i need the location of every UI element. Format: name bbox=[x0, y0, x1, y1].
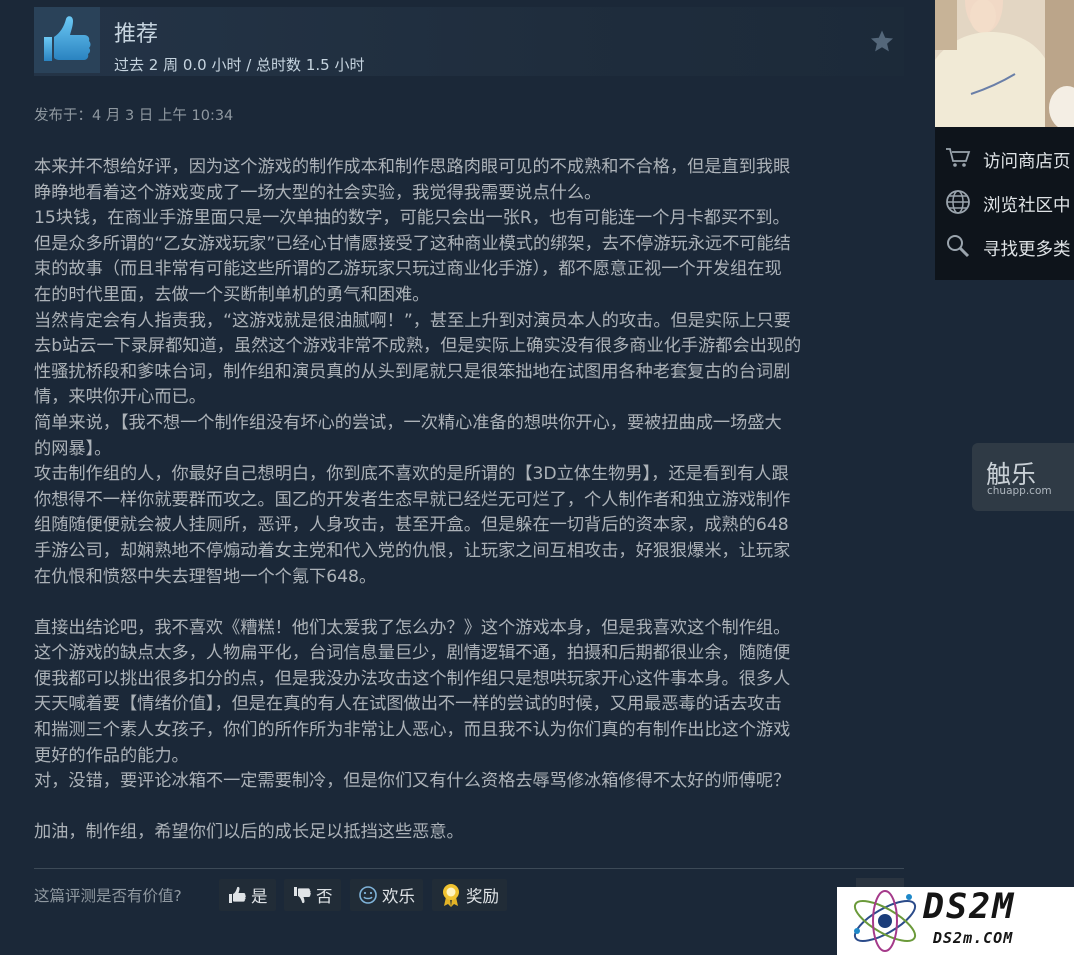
thumbs-up-icon bbox=[34, 7, 100, 73]
sidebar-item-label: 浏览社区中 bbox=[983, 195, 1071, 216]
smile-icon bbox=[358, 885, 378, 905]
award-button[interactable]: 奖励 bbox=[432, 879, 507, 911]
sidebar-item-store[interactable]: 访问商店页 bbox=[945, 145, 1071, 175]
sidebar-item-label: 寻找更多类 bbox=[983, 239, 1071, 260]
vote-no-label: 否 bbox=[316, 887, 333, 906]
vote-funny-button[interactable]: 欢乐 bbox=[350, 879, 423, 911]
vote-funny-label: 欢乐 bbox=[382, 887, 415, 906]
star-icon[interactable] bbox=[870, 29, 894, 57]
thumbs-up-icon bbox=[227, 885, 247, 905]
helpful-question: 这篇评测是否有价值? bbox=[34, 887, 182, 905]
chuapp-watermark: 触乐 chuapp.com bbox=[972, 443, 1074, 511]
award-icon bbox=[440, 883, 462, 907]
recommendation-title: 推荐 bbox=[114, 22, 159, 47]
cart-icon bbox=[945, 147, 971, 174]
playtime-hours: 过去 2 周 0.0 小时 / 总时数 1.5 小时 bbox=[114, 56, 365, 74]
search-icon bbox=[945, 233, 971, 264]
sidebar-item-find-more[interactable]: 寻找更多类 bbox=[945, 233, 1071, 263]
sidebar-menu: 访问商店页 浏览社区中 寻找更多类 bbox=[935, 127, 1074, 280]
atom-logo-icon bbox=[853, 890, 917, 952]
award-label: 奖励 bbox=[466, 887, 499, 906]
vote-no-button[interactable]: 否 bbox=[284, 879, 341, 911]
sidebar-item-community[interactable]: 浏览社区中 bbox=[945, 189, 1071, 219]
chuapp-url: chuapp.com bbox=[987, 485, 1052, 497]
vote-yes-label: 是 bbox=[251, 887, 268, 906]
globe-icon bbox=[945, 189, 971, 220]
vote-yes-button[interactable]: 是 bbox=[219, 879, 276, 911]
posted-date: 发布于：4 月 3 日 上午 10:34 bbox=[34, 108, 234, 124]
review-header: 推荐 过去 2 周 0.0 小时 / 总时数 1.5 小时 bbox=[34, 7, 904, 76]
ds2m-url: DS2m.COM bbox=[933, 929, 1014, 947]
game-cover-image bbox=[935, 0, 1074, 127]
sidebar-item-label: 访问商店页 bbox=[983, 151, 1071, 172]
thumbs-down-icon bbox=[292, 885, 312, 905]
divider bbox=[34, 868, 904, 869]
review-text: 本来并不想给好评，因为这个游戏的制作成本和制作思路肉眼可见的不成熟和不合格，但是… bbox=[34, 157, 802, 843]
ds2m-logo-text: DS2M bbox=[923, 887, 1016, 927]
ds2m-watermark: DS2M DS2m.COM bbox=[837, 887, 1074, 955]
